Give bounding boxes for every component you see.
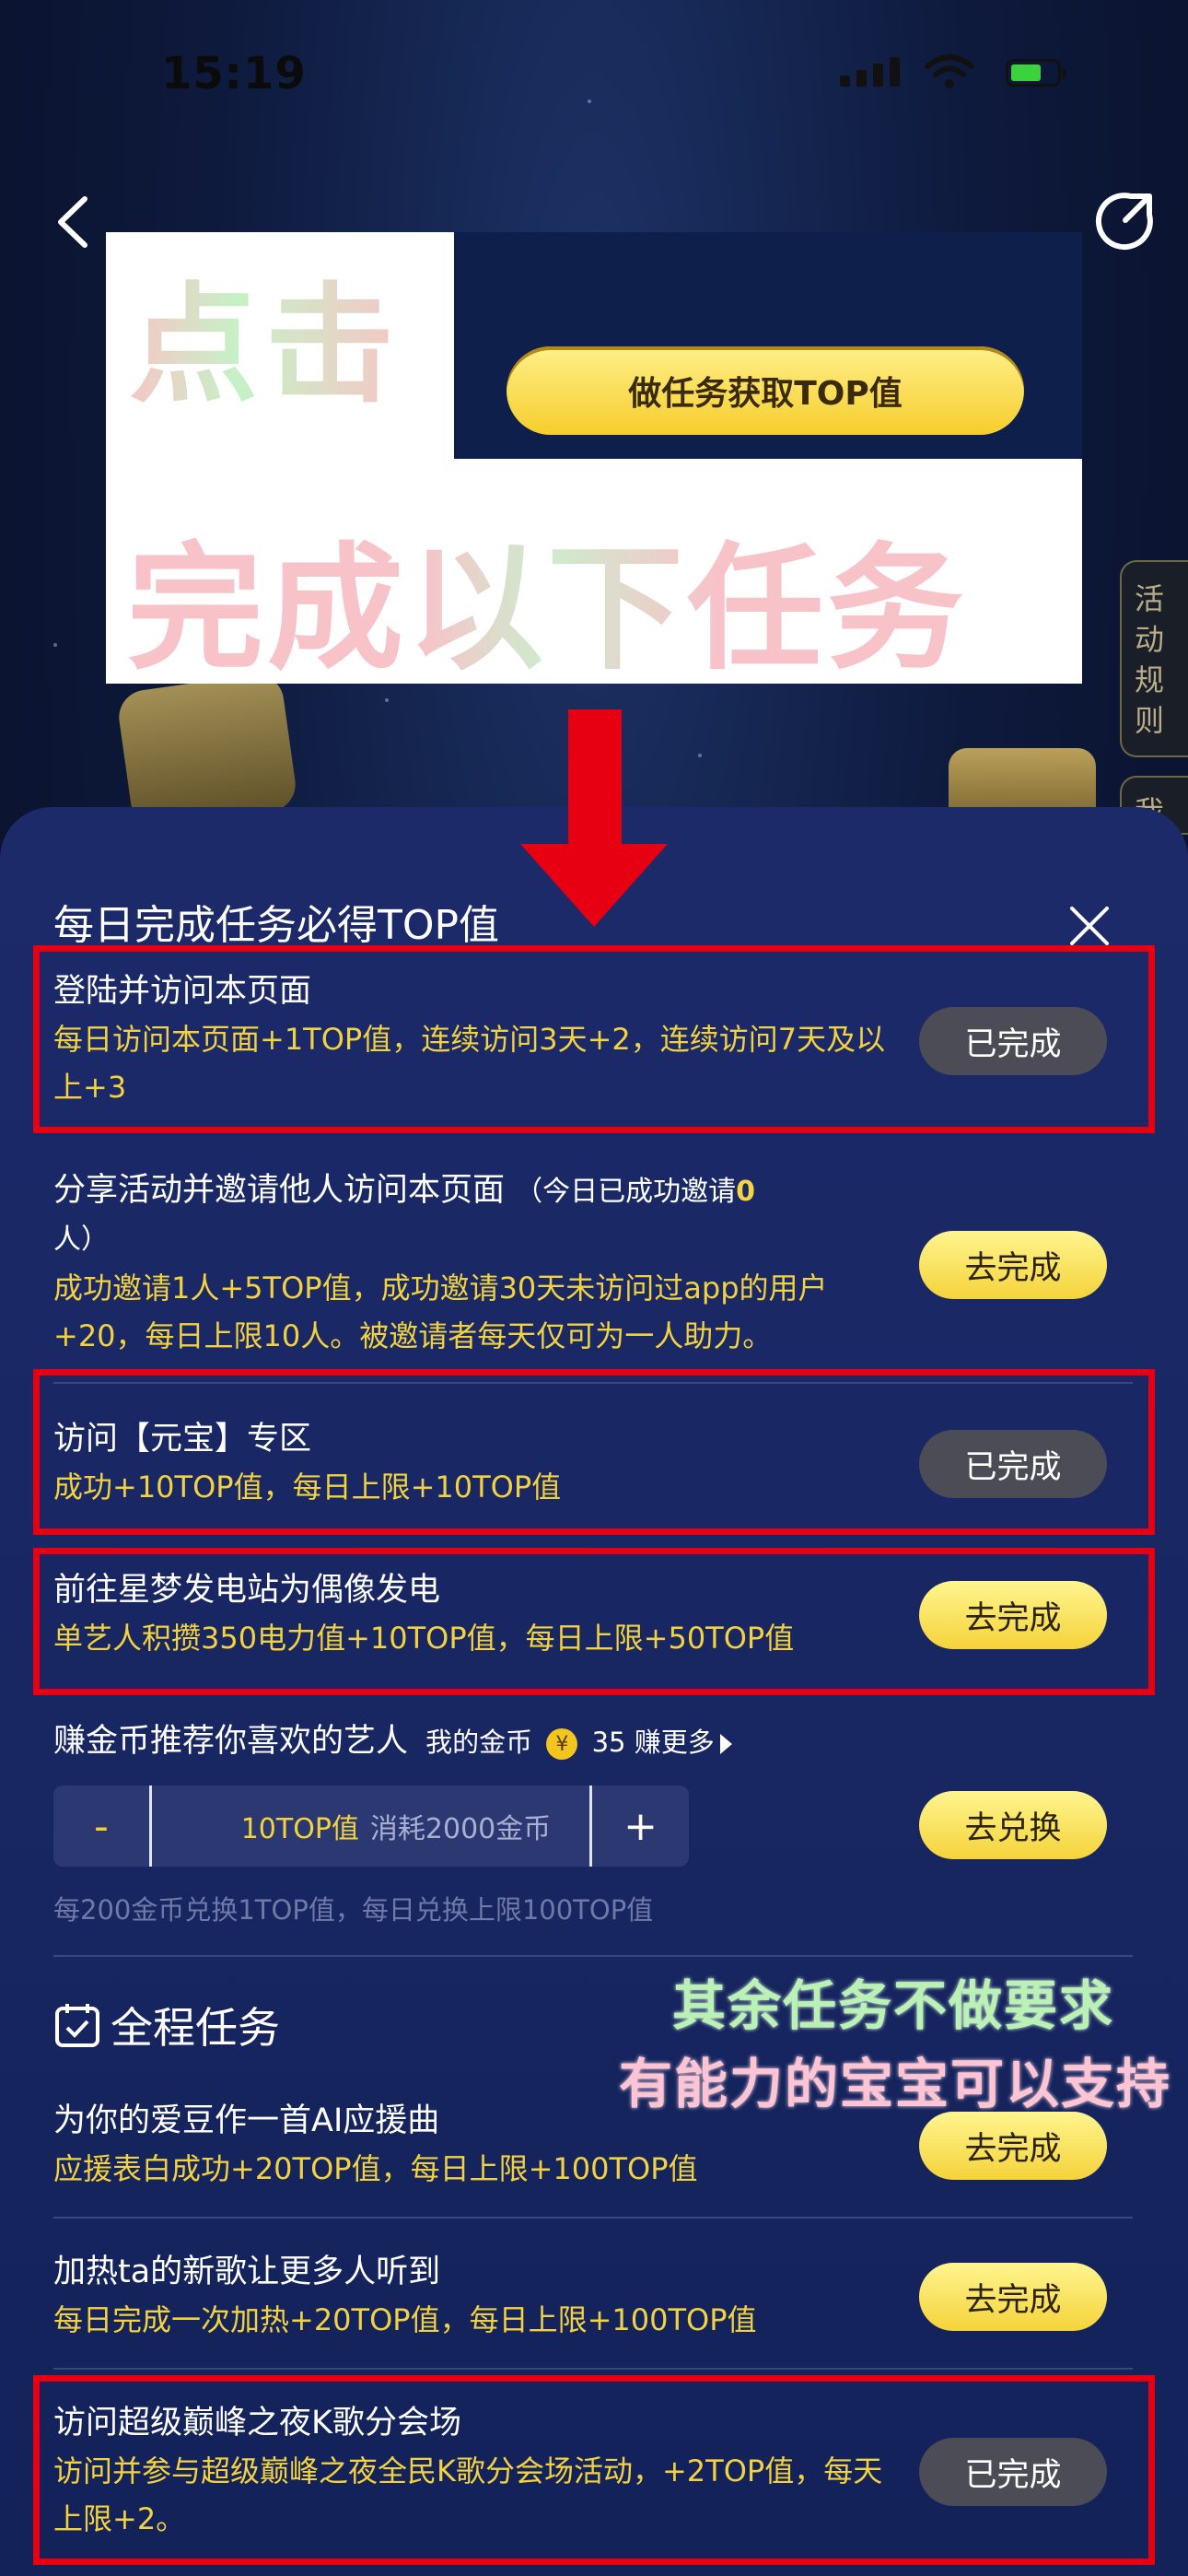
coin-count: 35 (591, 1727, 626, 1758)
red-arrow-head-annotation (520, 844, 668, 927)
exchange-button[interactable]: 去兑换 (919, 1791, 1107, 1859)
rules-tab[interactable]: 活动规则 (1120, 560, 1188, 757)
divider (53, 2368, 1133, 2370)
invite-note: （今日已成功邀请0 (515, 1176, 755, 1208)
overlay-complete-tasks-text: 完成以下任务 (127, 498, 967, 696)
close-icon[interactable] (1066, 903, 1112, 949)
get-top-value-button[interactable]: 做任务获取TOP值 (507, 346, 1024, 435)
invite-note-prefix: （今日已成功邀请 (515, 1176, 737, 1208)
red-highlight-box (33, 1369, 1155, 1535)
task-title: 分享活动并邀请他人访问本页面 (53, 1172, 506, 1209)
task-share-go-button[interactable]: 去完成 (919, 1231, 1107, 1299)
earn-more-link[interactable]: 赚更多 (635, 1727, 715, 1758)
exchange-hint: 每200金币兑换1TOP值，每日兑换上限100TOP值 (53, 1894, 654, 1926)
coin-icon: ¥ (546, 1728, 578, 1760)
sheet-title: 每日完成任务必得TOP值 (53, 902, 500, 949)
back-icon[interactable] (48, 193, 99, 251)
my-coins-label: 我的金币 (425, 1727, 533, 1758)
task-ai-song-go-button[interactable]: 去完成 (919, 2112, 1107, 2180)
wifi-icon (925, 54, 974, 88)
exchange-amount: 10TOP值 消耗2000金币 (152, 1786, 640, 1867)
coin-exchange-header: 赚金币推荐你喜欢的艺人 我的金币 ¥ 35 赚更多 (53, 1717, 1094, 1765)
share-icon[interactable] (1094, 189, 1157, 252)
exchange-amount-value: 10TOP值 (240, 1813, 359, 1845)
overlay-click-text: 点击 (129, 241, 402, 427)
invite-note-suffix: 人） (53, 1224, 109, 1256)
divider (53, 1955, 1133, 1957)
red-highlight-box (33, 2375, 1155, 2565)
exchange-cost: 消耗2000金币 (369, 1813, 552, 1845)
cellular-signal-icon (840, 57, 900, 87)
task-title-row: 分享活动并邀请他人访问本页面 （今日已成功邀请0 (53, 1166, 901, 1216)
exchange-stepper: - 10TOP值 消耗2000金币 + (53, 1786, 689, 1867)
my-coins[interactable]: 我的金币 ¥ 35 赚更多 (425, 1727, 732, 1760)
invite-count: 0 (736, 1176, 756, 1208)
status-time: 15:19 (161, 48, 307, 100)
play-arrow-icon (719, 1734, 732, 1754)
task-subtitle: 成功邀请1人+5TOP值，成功邀请30天未访问过app的用户+20，每日上限10… (53, 1270, 828, 1353)
full-tasks-section-title: 全程任务 (53, 1995, 280, 2055)
task-share-invite: 分享活动并邀请他人访问本页面 （今日已成功邀请0 人） 成功邀请1人+5TOP值… (53, 1166, 901, 1360)
red-highlight-box (33, 1548, 1155, 1695)
red-arrow-annotation (568, 709, 622, 848)
status-bar: 15:19 (0, 0, 1188, 138)
red-highlight-box (33, 945, 1155, 1133)
section-title-text: 全程任务 (111, 2003, 280, 2053)
exchange-title: 赚金币推荐你喜欢的艺人 (53, 1723, 409, 1760)
calendar-check-icon (55, 2004, 99, 2047)
overlay-note-line1: 其余任务不做要求 (672, 1974, 1115, 2037)
divider (53, 2217, 1133, 2219)
task-heat-song-go-button[interactable]: 去完成 (919, 2263, 1107, 2331)
battery-icon (1006, 59, 1066, 87)
decrement-button[interactable]: - (53, 1786, 149, 1867)
increment-button[interactable]: + (592, 1786, 689, 1867)
rules-tab-label: 活动规则 (1135, 581, 1165, 738)
